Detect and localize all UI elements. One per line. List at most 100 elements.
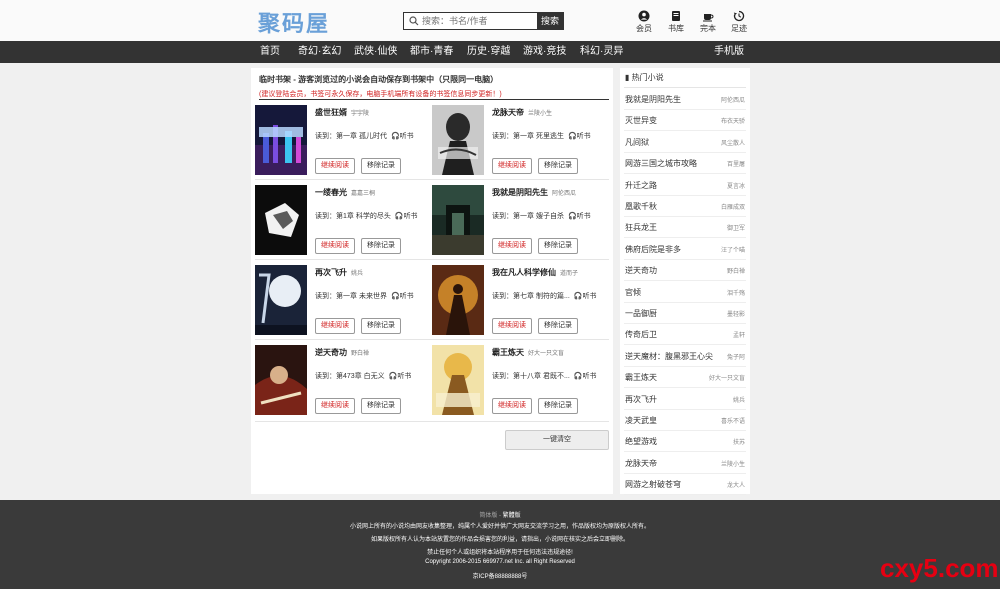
listen-link[interactable]: 🎧听书 — [391, 291, 414, 301]
novel-name[interactable]: 我就是阴阳先生 — [625, 94, 681, 105]
nav-scifi[interactable]: 科幻·灵异 — [580, 41, 623, 63]
book-cover[interactable] — [255, 345, 307, 415]
continue-reading-button[interactable]: 继续阅读 — [315, 398, 355, 414]
hot-novel-item[interactable]: 霸王炼天 好大一只文盲 — [620, 367, 750, 389]
chapter-link[interactable]: 第一章 未来世界 — [336, 293, 387, 300]
continue-reading-button[interactable]: 继续阅读 — [315, 158, 355, 174]
novel-name[interactable]: 网游三国之城市攻略 — [625, 158, 697, 169]
book-title[interactable]: 逆天奇功 野白禅 — [315, 347, 369, 358]
book-title[interactable]: 霸王炼天 好大一只文盲 — [492, 347, 564, 358]
hot-novel-item[interactable]: 狂兵龙王 御卫军 — [620, 217, 750, 239]
hot-novel-item[interactable]: 逆天魔材：腹黑邪王心尖 兔子阿 — [620, 346, 750, 367]
nav-wuxia[interactable]: 武侠·仙侠 — [354, 41, 397, 63]
novel-name[interactable]: 逆天魔材：腹黑邪王心尖 — [625, 351, 713, 362]
remove-record-button[interactable]: 移除记录 — [361, 158, 401, 174]
novel-name[interactable]: 狂兵龙王 — [625, 222, 657, 233]
novel-name[interactable]: 佛府后院是非多 — [625, 244, 681, 255]
novel-name[interactable]: 凰歌千秋 — [625, 201, 657, 212]
search-button[interactable]: 搜索 — [537, 12, 563, 30]
continue-reading-button[interactable]: 继续阅读 — [315, 238, 355, 254]
hot-novel-item[interactable]: 凰歌千秋 白雁成双 — [620, 196, 750, 217]
hot-novel-item[interactable]: 凡间狱 风尘散人 — [620, 132, 750, 153]
continue-reading-button[interactable]: 继续阅读 — [315, 318, 355, 334]
listen-link[interactable]: 🎧听书 — [389, 371, 412, 381]
hot-novel-item[interactable]: 升迁之路 夏言冰 — [620, 175, 750, 196]
chapter-link[interactable]: 第一章 孤儿时代 — [336, 133, 387, 140]
book-title[interactable]: 我在凡人科学修仙 道而子 — [492, 267, 578, 278]
book-cover[interactable] — [432, 105, 484, 175]
hot-novel-item[interactable]: 网游三国之城市攻略 百里屠 — [620, 153, 750, 175]
listen-link[interactable]: 🎧听书 — [568, 131, 591, 141]
chapter-link[interactable]: 第七章 制符的篇... — [513, 293, 570, 300]
continue-reading-button[interactable]: 继续阅读 — [492, 238, 532, 254]
hot-novel-item[interactable]: 传奇后卫 孟轩 — [620, 324, 750, 346]
listen-link[interactable]: 🎧听书 — [568, 211, 591, 221]
remove-record-button[interactable]: 移除记录 — [361, 398, 401, 414]
hot-novel-item[interactable]: 再次飞升 姚兵 — [620, 389, 750, 410]
hot-novel-item[interactable]: 逆天奇功 野白禅 — [620, 260, 750, 282]
member-link[interactable]: 会员 — [630, 10, 658, 34]
continue-reading-button[interactable]: 继续阅读 — [492, 158, 532, 174]
remove-record-button[interactable]: 移除记录 — [361, 318, 401, 334]
book-cover[interactable] — [432, 345, 484, 415]
hot-novel-item[interactable]: 网游之射破苍穹 龙大人 — [620, 474, 750, 496]
book-cover[interactable] — [255, 265, 307, 335]
novel-name[interactable]: 传奇后卫 — [625, 329, 657, 340]
novel-name[interactable]: 升迁之路 — [625, 180, 657, 191]
hot-novel-item[interactable]: 一品御厨 墨轻影 — [620, 303, 750, 324]
remove-record-button[interactable]: 移除记录 — [538, 158, 578, 174]
novel-name[interactable]: 凡间狱 — [625, 137, 649, 148]
remove-record-button[interactable]: 移除记录 — [538, 318, 578, 334]
book-cover[interactable] — [432, 265, 484, 335]
nav-mobile[interactable]: 手机版 — [714, 41, 744, 63]
chapter-link[interactable]: 第十八章 君既不... — [513, 373, 570, 380]
library-link[interactable]: 书库 — [662, 10, 690, 34]
nav-fantasy[interactable]: 奇幻·玄幻 — [298, 41, 341, 63]
nav-urban[interactable]: 都市·青春 — [410, 41, 453, 63]
book-title[interactable]: 我就是阴阳先生 阿伦西瓜 — [492, 187, 576, 198]
remove-record-button[interactable]: 移除记录 — [538, 238, 578, 254]
listen-link[interactable]: 🎧听书 — [391, 131, 414, 141]
novel-name[interactable]: 灭世异变 — [625, 115, 657, 126]
hot-novel-item[interactable]: 灭世异变 布衣天骄 — [620, 110, 750, 132]
novel-name[interactable]: 霸王炼天 — [625, 372, 657, 383]
novel-name[interactable]: 凌天武皇 — [625, 415, 657, 426]
finished-link[interactable]: 完本 — [694, 10, 722, 34]
book-cover[interactable] — [255, 105, 307, 175]
listen-link[interactable]: 🎧听书 — [574, 291, 597, 301]
listen-link[interactable]: 🎧听书 — [574, 371, 597, 381]
site-logo[interactable]: 聚码屋 — [258, 6, 330, 38]
novel-name[interactable]: 逆天奇功 — [625, 265, 657, 276]
book-title[interactable]: 龙脉天帝 兰陵小生 — [492, 107, 552, 118]
hot-novel-item[interactable]: 龙脉天帝 兰陵小生 — [620, 453, 750, 474]
nav-history[interactable]: 历史·穿越 — [467, 41, 510, 63]
history-link[interactable]: 足迹 — [725, 10, 753, 34]
book-title[interactable]: 盛世狂婿 宇宇陵 — [315, 107, 369, 118]
novel-name[interactable]: 官倾 — [625, 287, 641, 298]
novel-name[interactable]: 一品御厨 — [625, 308, 657, 319]
traditional-link[interactable]: 繁體版 — [503, 513, 521, 519]
book-cover[interactable] — [432, 185, 484, 255]
chapter-link[interactable]: 第1章 科学的尽头 — [336, 213, 391, 220]
book-title[interactable]: 再次飞升 姚兵 — [315, 267, 363, 278]
chapter-link[interactable]: 第一章 死里逃生 — [513, 133, 564, 140]
continue-reading-button[interactable]: 继续阅读 — [492, 398, 532, 414]
book-cover[interactable] — [255, 185, 307, 255]
continue-reading-button[interactable]: 继续阅读 — [492, 318, 532, 334]
chapter-link[interactable]: 第一章 嫂子自杀 — [513, 213, 564, 220]
book-title[interactable]: 一缕春光 嘉嘉三桐 — [315, 187, 375, 198]
simplified-link[interactable]: 简体版 — [479, 513, 497, 519]
novel-name[interactable]: 绝望游戏 — [625, 436, 657, 447]
remove-record-button[interactable]: 移除记录 — [361, 238, 401, 254]
novel-name[interactable]: 再次飞升 — [625, 394, 657, 405]
hot-novel-item[interactable]: 佛府后院是非多 汪了个喵 — [620, 239, 750, 260]
nav-home[interactable]: 首页 — [260, 41, 280, 63]
novel-name[interactable]: 龙脉天帝 — [625, 458, 657, 469]
listen-link[interactable]: 🎧听书 — [395, 211, 418, 221]
search-input[interactable] — [422, 13, 537, 29]
clear-all-button[interactable]: 一键清空 — [505, 430, 609, 450]
hot-novel-item[interactable]: 凌天武皇 喜乐不语 — [620, 410, 750, 431]
novel-name[interactable]: 网游之射破苍穹 — [625, 479, 681, 490]
hot-novel-item[interactable]: 我就是阴阳先生 阿伦西瓜 — [620, 89, 750, 110]
nav-game[interactable]: 游戏·竞技 — [523, 41, 566, 63]
